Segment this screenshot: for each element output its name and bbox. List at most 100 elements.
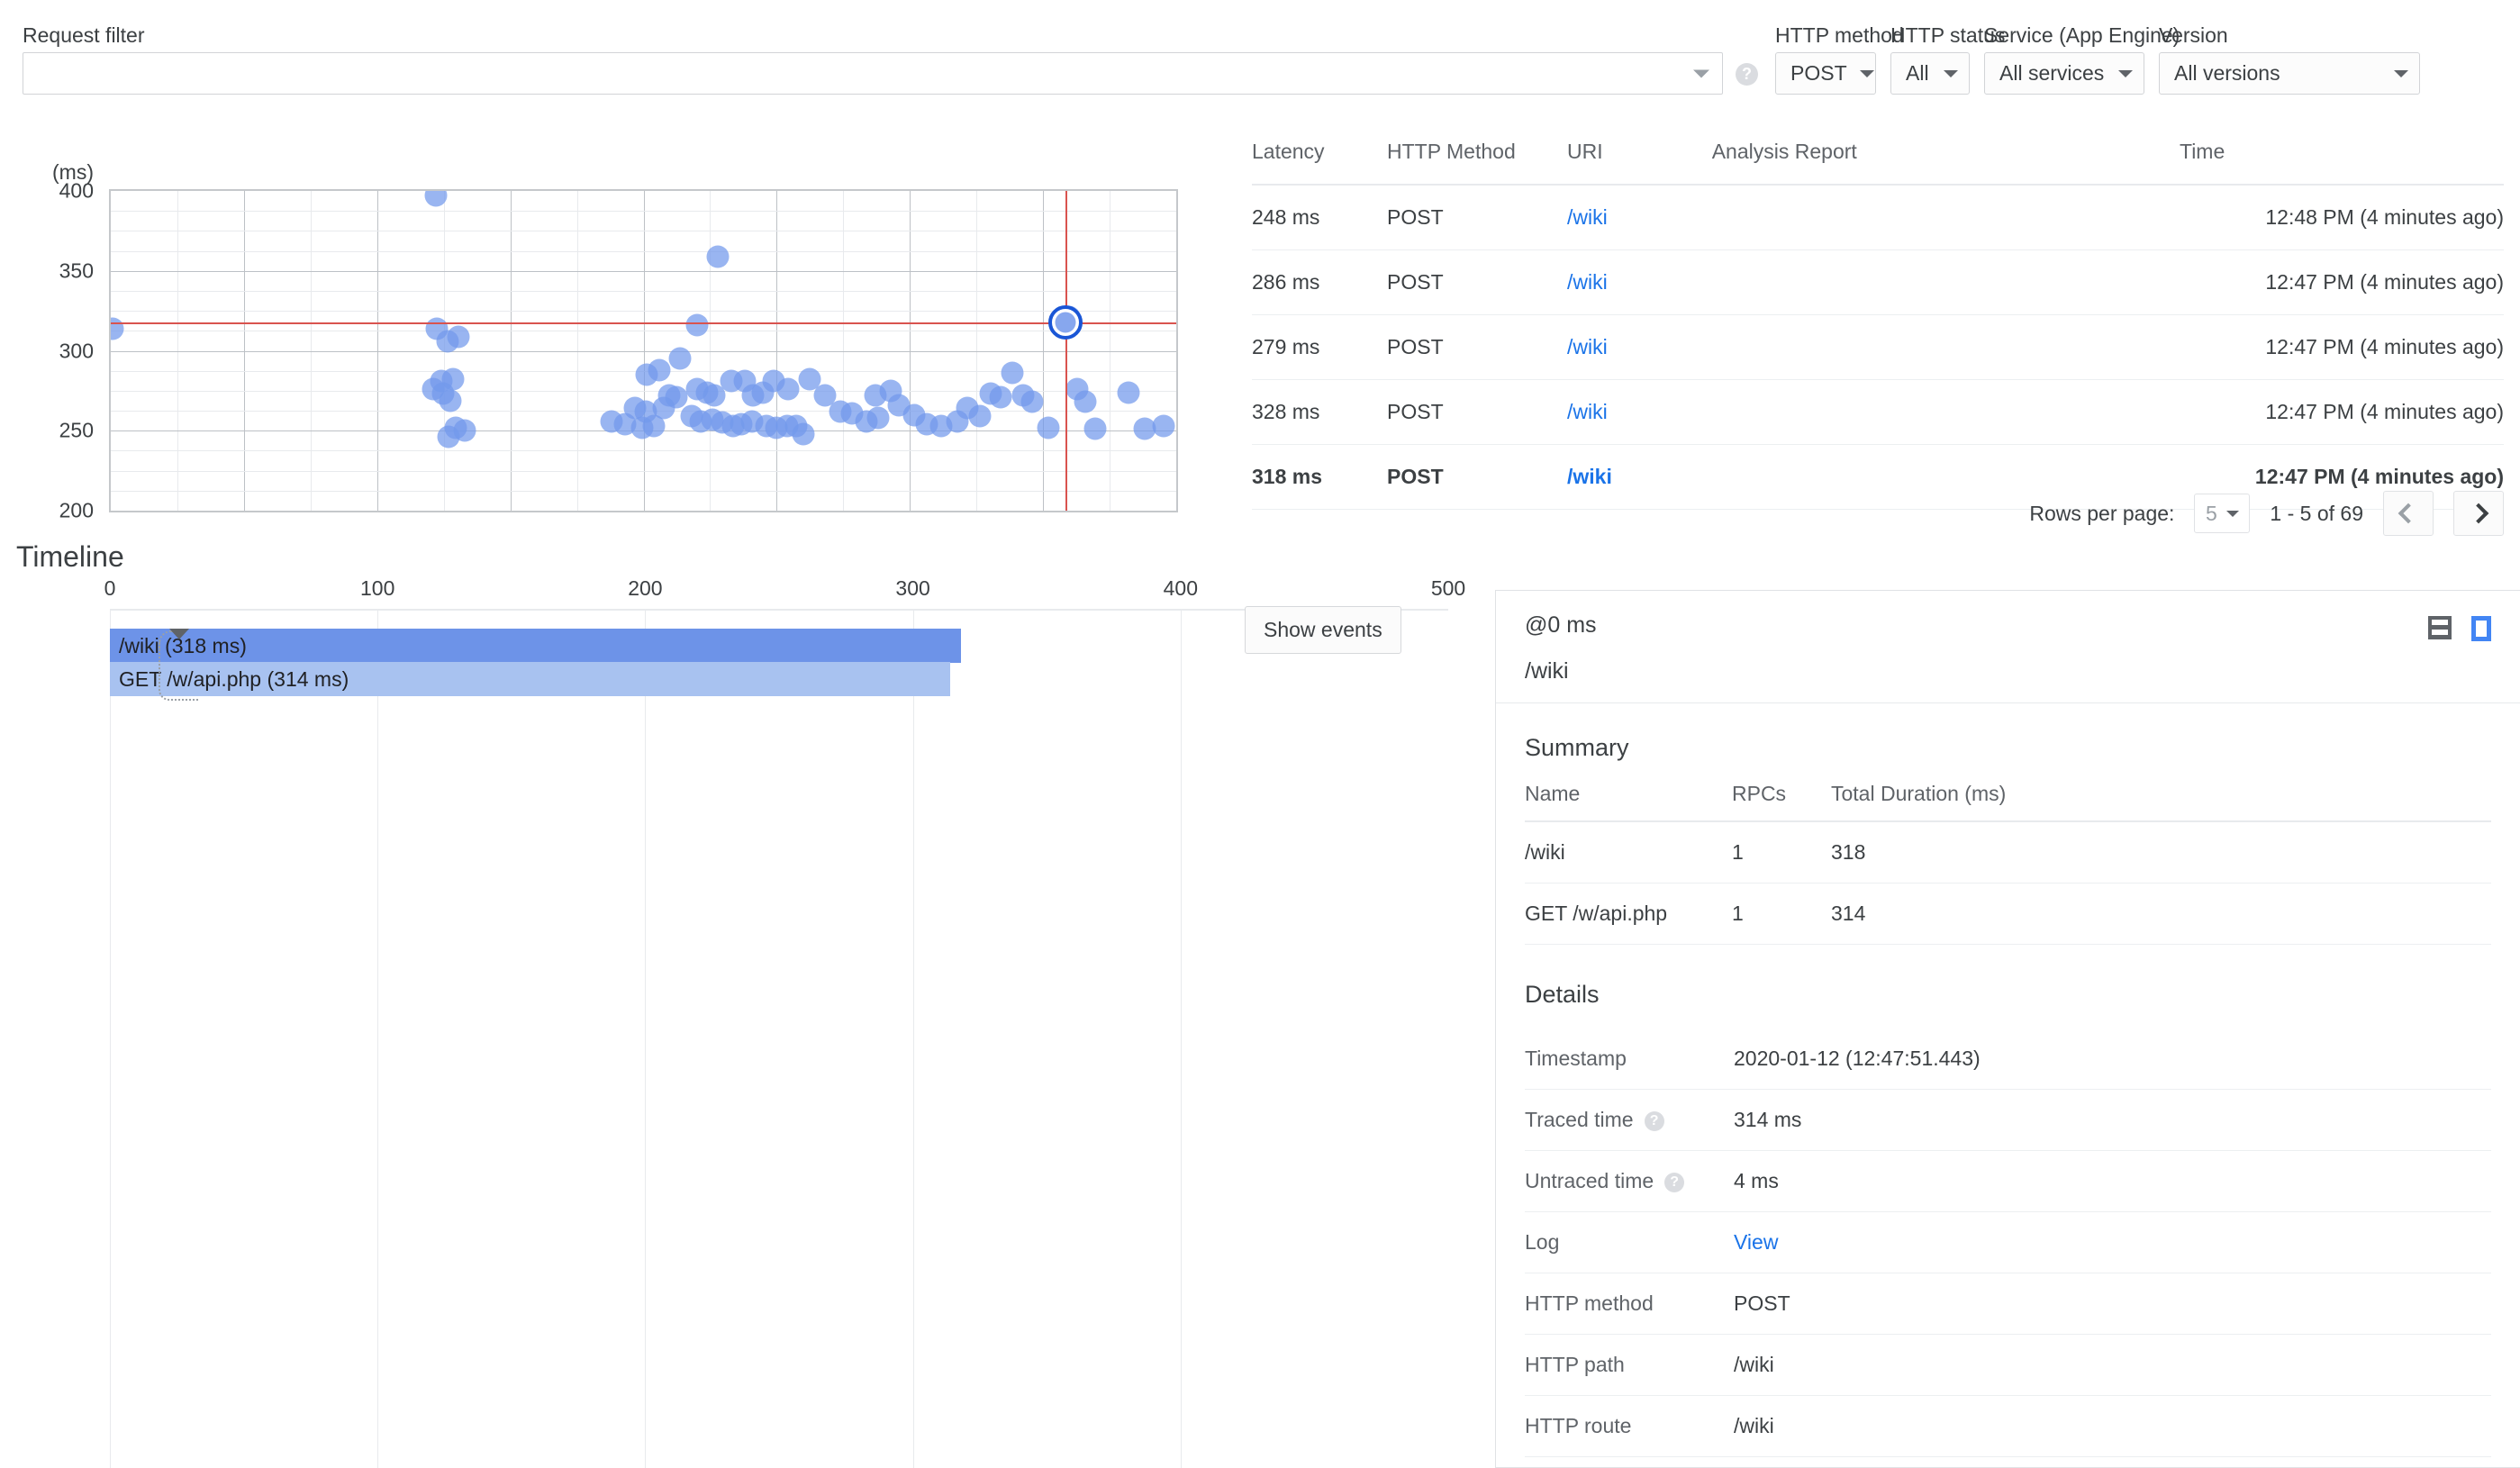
cell-http-method: POST [1387,314,1567,380]
scatter-point[interactable] [668,347,692,370]
selected-scatter-point[interactable] [1047,304,1083,340]
scatter-point[interactable] [776,377,800,401]
uri-link[interactable]: /wiki [1567,205,1608,229]
summary-header-row: Name RPCs Total Duration (ms) [1525,782,2491,822]
column-header-latency[interactable]: Latency [1252,140,1387,186]
grid-line-horizontal [111,250,1176,252]
grid-line-horizontal [111,470,1176,472]
help-icon[interactable]: ? [1644,1110,1664,1131]
detail-row: HTTP path/wiki [1525,1334,2491,1396]
detail-row: HTTP method POST [1525,1273,2491,1335]
summary-cell-name: /wiki [1525,821,1732,884]
scatter-point[interactable] [635,363,658,386]
panel-body: Summary Name RPCs Total Duration (ms) /w… [1496,703,2520,1468]
http-method-label: HTTP method [1775,23,1904,47]
summary-column-rpcs: RPCs [1732,782,1831,822]
column-header-method[interactable]: HTTP Method [1387,140,1567,186]
help-icon[interactable]: ? [1736,63,1758,86]
scatter-point[interactable] [989,385,1012,409]
y-axis-tick: 250 [59,418,94,442]
scatter-point[interactable] [1117,381,1140,404]
timeline-axis: 0 100 200 300 400 500 [0,576,1466,609]
summary-column-name: Name [1525,782,1732,822]
service-select[interactable]: All services [1984,52,2144,95]
scatter-point[interactable] [1074,390,1097,413]
panel-layout-toggles [2428,616,2491,641]
service-label: Service (App Engine) [1984,23,2180,47]
timeline-expand-toggle[interactable] [169,629,191,643]
scatter-point[interactable] [792,422,815,446]
request-filter-input[interactable] [23,53,1722,94]
summary-table: Name RPCs Total Duration (ms) /wiki 1 318 G… [1525,782,2491,945]
timeline-canvas[interactable]: /wiki (318 ms) GET /w/api.php (314 ms) [110,609,1448,1468]
cell-uri[interactable]: /wiki [1567,185,1712,250]
scatter-point[interactable] [703,384,726,407]
column-header-uri[interactable]: URI [1567,140,1712,186]
help-icon[interactable]: ? [1664,1172,1685,1192]
scatter-point[interactable] [1083,417,1107,440]
detail-value[interactable]: View [1734,1211,2491,1273]
summary-cell-rpcs: 1 [1732,821,1831,884]
summary-row: GET /w/api.php 1 314 [1525,883,2491,945]
scatter-point[interactable] [111,317,124,340]
scatter-point[interactable] [642,414,666,438]
uri-link[interactable]: /wiki [1567,335,1608,358]
scatter-point[interactable] [866,406,890,430]
column-header-time[interactable]: Time [2180,140,2504,186]
http-status-value: All [1906,61,1929,85]
latency-scatter-chart[interactable]: (ms) Click and drag along the graph to z… [0,135,1225,540]
timeline-span-bar[interactable]: GET /w/api.php (314 ms) [110,662,951,696]
http-status-select[interactable]: All [1890,52,1970,95]
scatter-point[interactable] [447,325,470,349]
timeline-connector [159,641,198,701]
view-log-link[interactable]: View [1734,1230,1778,1254]
detail-value: 200 [1734,1456,2491,1468]
chevron-right-icon [2468,503,2489,524]
table-row[interactable]: 279 ms POST/wiki 12:47 PM (4 minutes ago) [1252,314,2504,380]
cell-uri[interactable]: /wiki [1567,314,1712,380]
table-row[interactable]: 328 ms POST/wiki 12:47 PM (4 minutes ago) [1252,379,2504,445]
detail-value: /wiki [1734,1334,2491,1396]
rows-per-page-select[interactable]: 5 [2194,494,2251,533]
chevron-down-icon[interactable] [1693,69,1709,77]
scatter-point[interactable] [1037,416,1060,439]
detail-value: POST [1734,1273,2491,1335]
scatter-plot-area[interactable] [109,189,1178,512]
scatter-point[interactable] [685,313,709,337]
column-header-report[interactable]: Analysis Report [1711,140,2180,186]
scatter-point[interactable] [1001,361,1024,385]
cell-analysis-report [1711,249,2180,315]
scatter-point[interactable] [1152,414,1175,438]
table-row[interactable]: 286 ms POST/wiki 12:47 PM (4 minutes ago) [1252,249,2504,315]
chevron-down-icon [1859,69,1874,77]
version-value: All versions [2174,61,2280,85]
y-axis-tick: 300 [59,339,94,362]
detail-key: Log [1525,1211,1734,1273]
scatter-point[interactable] [706,245,730,268]
scatter-point[interactable] [968,404,992,428]
split-view-icon[interactable] [2428,616,2452,639]
request-filter-field[interactable] [23,52,1723,95]
timeline-span-bar[interactable]: /wiki (318 ms) [110,629,962,663]
previous-page-button[interactable] [2383,491,2434,536]
single-view-icon[interactable] [2471,616,2491,641]
version-select[interactable]: All versions [2159,52,2420,95]
cell-time: 12:47 PM (4 minutes ago) [2180,314,2504,380]
cell-uri[interactable]: /wiki [1567,379,1712,445]
timeline-axis-tick: 300 [895,576,930,600]
table-row[interactable]: 248 ms POST/wiki 12:48 PM (4 minutes ago) [1252,185,2504,250]
uri-link[interactable]: /wiki [1567,270,1608,294]
uri-link[interactable]: /wiki [1567,400,1608,423]
chevron-down-icon [2394,69,2408,77]
cell-time: 12:48 PM (4 minutes ago) [2180,185,2504,250]
scatter-point[interactable] [1020,390,1044,413]
scatter-point[interactable] [437,425,460,449]
next-page-button[interactable] [2453,491,2504,536]
detail-key: Untraced time? [1525,1150,1734,1212]
details-title: Details [1525,981,1600,1008]
y-axis-tick: 350 [59,258,94,283]
show-events-button[interactable]: Show events [1245,606,1401,654]
scatter-point[interactable] [439,389,462,412]
cell-uri[interactable]: /wiki [1567,249,1712,315]
http-method-select[interactable]: POST [1775,52,1876,95]
